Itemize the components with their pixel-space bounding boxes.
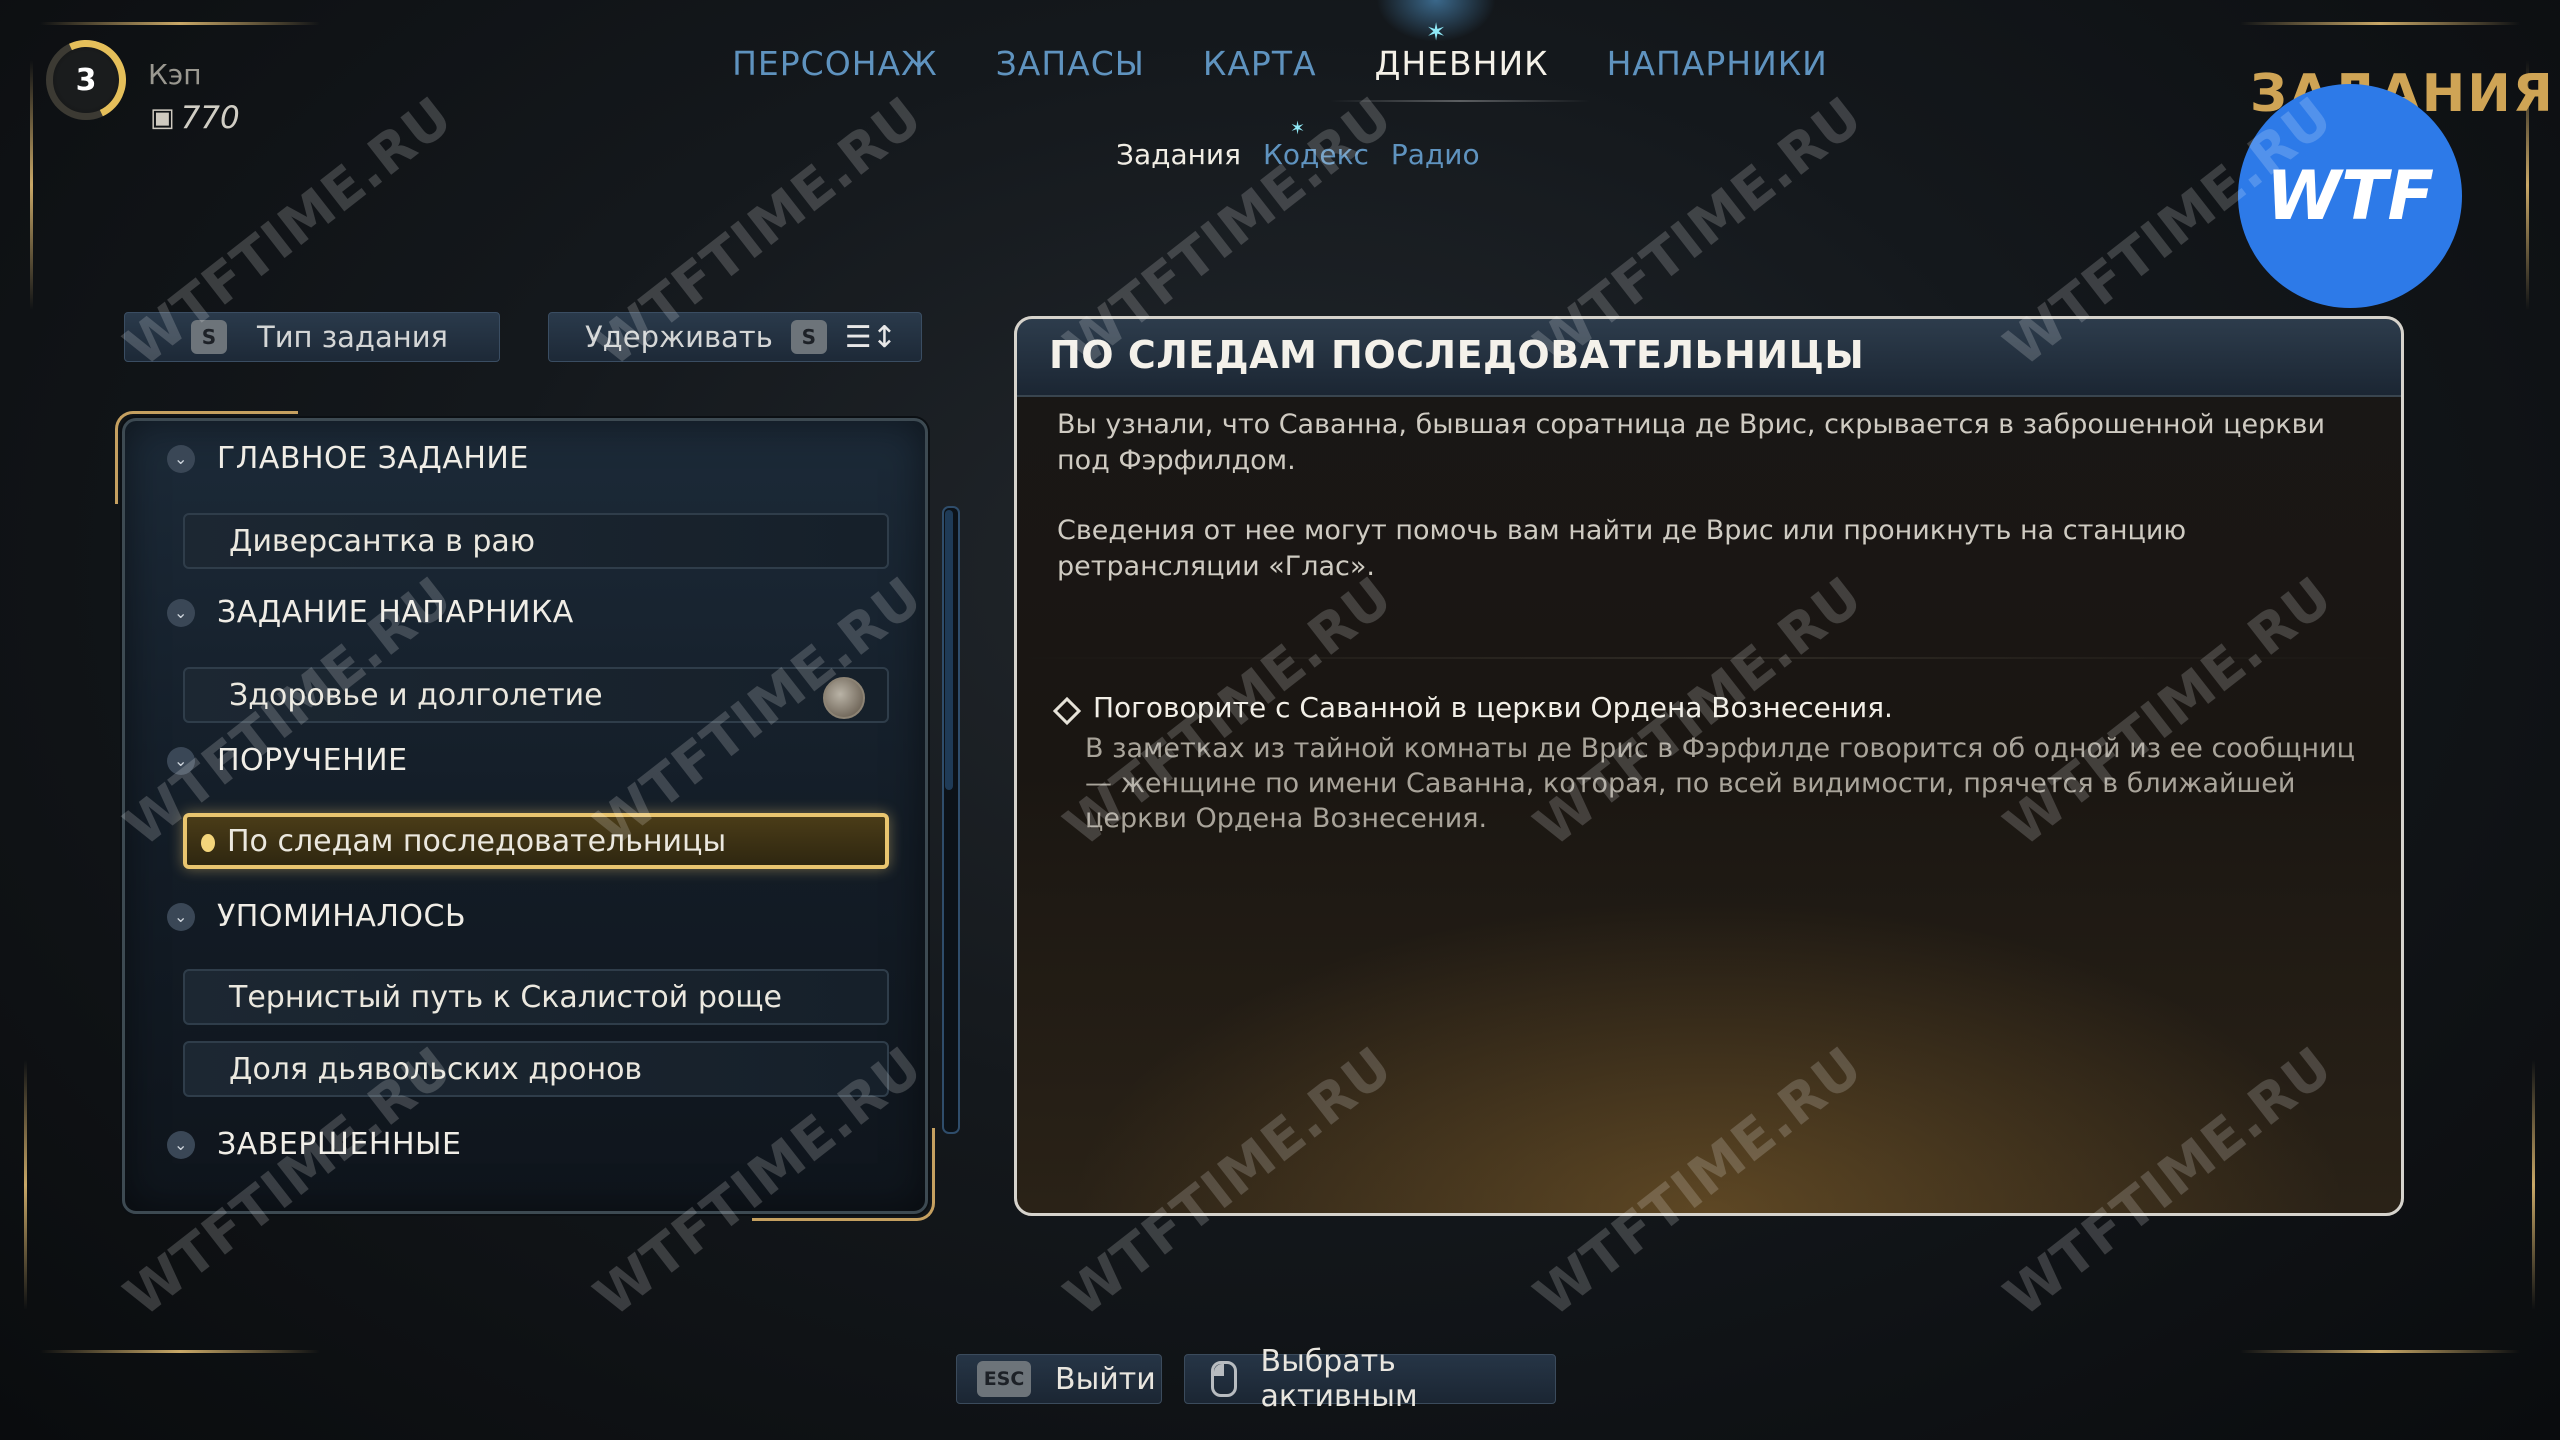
chevron-down-icon: ⌄ xyxy=(167,1130,195,1159)
frame-ornament xyxy=(2532,1060,2535,1310)
quest-type-filter-label: Тип задания xyxy=(257,320,449,354)
tab-map[interactable]: КАРТА xyxy=(1203,44,1317,83)
quest-label: Тернистый путь к Скалистой роще xyxy=(229,979,782,1015)
scrollbar-thumb[interactable] xyxy=(945,510,953,790)
main-nav: ПЕРСОНАЖ ЗАПАСЫ КАРТА ДНЕВНИК НАПАРНИКИ xyxy=(0,44,2560,83)
quest-description: Вы узнали, что Саванна, бывшая соратница… xyxy=(1057,409,2326,476)
chevron-down-icon: ⌄ xyxy=(167,902,195,931)
subtab-quests[interactable]: Задания xyxy=(1116,138,1241,171)
quest-item[interactable]: Диверсантка в раю xyxy=(183,513,889,569)
quest-label: Диверсантка в раю xyxy=(229,523,536,559)
quest-description: Сведения от нее могут помочь вам найти д… xyxy=(1057,515,2187,582)
quest-list-panel: ⌄ ГЛАВНОЕ ЗАДАНИЕ Диверсантка в раю ⌄ ЗА… xyxy=(115,411,935,1221)
mouse-icon xyxy=(1211,1361,1237,1397)
quest-item[interactable]: Тернистый путь к Скалистой роще xyxy=(183,969,889,1025)
chevron-down-icon: ⌄ xyxy=(167,598,195,627)
quest-detail-panel: ПО СЛЕДАМ ПОСЛЕДОВАТЕЛЬНИЦЫ Вы узнали, ч… xyxy=(1014,316,2404,1216)
quest-item[interactable]: Доля дьявольских дронов xyxy=(183,1041,889,1097)
category-main-quest[interactable]: ⌄ ГЛАВНОЕ ЗАДАНИЕ xyxy=(167,441,529,476)
detail-header: ПО СЛЕДАМ ПОСЛЕДОВАТЕЛЬНИЦЫ xyxy=(1017,319,2401,397)
frame-ornament xyxy=(2240,22,2520,25)
currency-amount: 770 xyxy=(180,100,240,136)
subtab-radio[interactable]: Радио xyxy=(1391,138,1480,171)
category-label: ГЛАВНОЕ ЗАДАНИЕ xyxy=(217,441,529,476)
objective-diamond-icon xyxy=(1052,696,1082,726)
frame-ornament xyxy=(40,22,320,25)
active-tab-star-icon: ✶ xyxy=(1426,18,1447,46)
tab-companions[interactable]: НАПАРНИКИ xyxy=(1607,44,1828,83)
sort-icon: ☰↕ xyxy=(844,319,897,355)
chevron-down-icon: ⌄ xyxy=(167,444,195,473)
esc-key-icon: ESC xyxy=(977,1361,1031,1397)
category-mentioned[interactable]: ⌄ УПОМИНАЛОСЬ xyxy=(167,899,466,934)
set-active-button[interactable]: Выбрать активным xyxy=(1184,1344,1556,1414)
key-s-icon: S xyxy=(790,320,827,354)
bits-icon: ▣ xyxy=(150,103,175,133)
frame-ornament xyxy=(30,60,33,310)
exit-label: Выйти xyxy=(1055,1361,1156,1397)
tab-inventory[interactable]: ЗАПАСЫ xyxy=(996,44,1145,83)
active-quest-dot-icon xyxy=(201,834,215,852)
frame-ornament xyxy=(2240,1350,2520,1353)
currency-display: ▣ 770 xyxy=(150,100,240,136)
quest-list-scrollbar[interactable] xyxy=(942,506,960,1134)
set-active-label: Выбрать активным xyxy=(1260,1344,1418,1414)
frame-ornament xyxy=(40,1350,320,1353)
quest-title: ПО СЛЕДАМ ПОСЛЕДОВАТЕЛЬНИЦЫ xyxy=(1049,333,1865,377)
tab-character[interactable]: ПЕРСОНАЖ xyxy=(732,44,938,83)
tab-journal[interactable]: ДНЕВНИК xyxy=(1375,44,1549,83)
category-label: УПОМИНАЛОСЬ xyxy=(217,899,467,934)
frame-ornament xyxy=(24,1060,27,1310)
exit-button[interactable]: ESC Выйти xyxy=(956,1354,1162,1404)
quest-item-selected[interactable]: По следам последовательницы xyxy=(183,813,889,869)
